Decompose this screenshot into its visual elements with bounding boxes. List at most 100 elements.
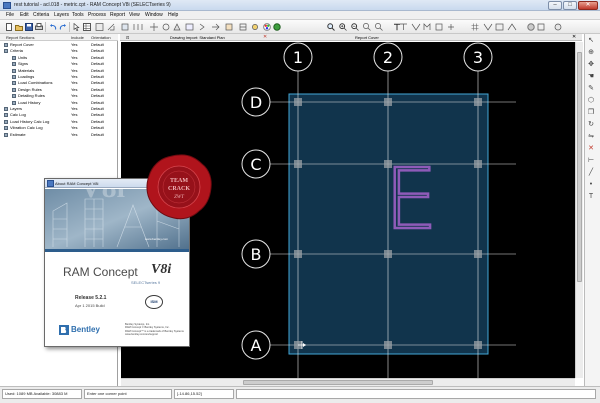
tree-row[interactable]: Load History Yes Default [0,100,118,106]
polygon-tool-icon[interactable]: ⬡ [586,96,596,106]
menu-tools[interactable]: Tools [72,12,84,18]
tree-row[interactable]: Layers Yes Default [0,106,118,112]
minimize-button[interactable]: – [548,1,562,10]
tree-row-include[interactable]: Yes [71,112,78,118]
tree-row[interactable]: Load History Calc Log Yes Default [0,119,118,125]
tree-row-include[interactable]: Yes [71,125,78,131]
menu-criteria[interactable]: Criteria [33,12,49,18]
tree-row-include[interactable]: Yes [71,74,78,80]
tree-row-orientation[interactable]: Default [91,80,104,86]
tree-row[interactable]: Load Combinations Yes Default [0,80,118,86]
pointer-tool-icon[interactable]: ↖ [586,36,596,46]
pencil-tool-icon[interactable]: ✎ [586,84,596,94]
tree-row-orientation[interactable]: Default [91,100,104,106]
tree-row[interactable]: Report Cover Yes Default [0,42,118,48]
tree-row-orientation[interactable]: Default [91,93,104,99]
rotate-tool-icon[interactable]: ↻ [586,120,596,130]
tree-row[interactable]: Loadings Yes Default [0,74,118,80]
tree-row-orientation[interactable]: Default [91,68,104,74]
select-icon[interactable] [72,22,81,31]
tab-standard-plan[interactable]: Drawing Import: Standard Plan [170,35,225,40]
tree-row-orientation[interactable]: Default [91,61,104,67]
zoom-tool-icon[interactable]: ⊕ [586,48,596,58]
tree-row[interactable]: Design Rules Yes Default [0,87,118,93]
menu-layers[interactable]: Layers [54,12,69,18]
tab-close-icon[interactable]: ✕ [263,34,267,40]
menu-view[interactable]: View [129,12,140,18]
close-button[interactable]: ✕ [578,1,598,10]
point-tool-icon[interactable]: • [586,180,596,190]
open-icon[interactable] [14,22,23,31]
text-tool-icon[interactable]: T [586,192,596,202]
menu-report[interactable]: Report [110,12,125,18]
tree-row-include[interactable]: Yes [71,61,78,67]
delete-tool-icon[interactable]: ✕ [586,144,596,154]
fill-icon[interactable] [272,22,281,31]
copy-tool-icon[interactable]: ❐ [586,108,596,118]
maximize-button[interactable]: □ [563,1,577,10]
pan-tool-icon[interactable]: ✥ [586,60,596,70]
tree-row-orientation[interactable]: Default [91,119,104,125]
canvas-pin-icon[interactable]: ⊡ [126,35,129,40]
tree-row-include[interactable]: Yes [71,80,78,86]
save-icon[interactable] [24,22,33,31]
tree-row-orientation[interactable]: Default [91,87,104,93]
toolbar-tool-strip[interactable] [92,22,262,32]
measure-tool-icon[interactable]: ⊢ [586,156,596,166]
tree-row-orientation[interactable]: Default [91,112,104,118]
about-url[interactable]: www.bentley.com [145,237,168,241]
tree-row-orientation[interactable]: Default [91,74,104,80]
tree-row[interactable]: Calc Log Yes Default [0,112,118,118]
zoom-out-icon[interactable] [350,22,359,31]
tree-row-orientation[interactable]: Default [91,42,104,48]
new-icon[interactable] [4,22,13,31]
vertical-scroll-thumb[interactable] [577,52,582,282]
tree-row[interactable]: Estimate Yes Default [0,132,118,138]
menu-help[interactable]: Help [168,12,178,18]
color-icon[interactable] [262,22,271,31]
tree-row-include[interactable]: Yes [71,106,78,112]
tree-row[interactable]: Signs Yes Default [0,61,118,67]
tree-row[interactable]: Units Yes Default [0,55,118,61]
hand-tool-icon[interactable]: ☚ [586,72,596,82]
menu-file[interactable]: File [6,12,14,18]
table-icon[interactable] [82,22,91,31]
zoom-icon[interactable] [326,22,335,31]
tree-row-include[interactable]: Yes [71,42,78,48]
tree-row-include[interactable]: Yes [71,93,78,99]
tree-row-orientation[interactable]: Default [91,132,104,138]
menu-process[interactable]: Process [88,12,106,18]
tree-row-include[interactable]: Yes [71,68,78,74]
tree-row-include[interactable]: Yes [71,132,78,138]
toolbar-view-strip[interactable] [362,22,582,32]
tree-row[interactable]: Vibration Calc Log Yes Default [0,125,118,131]
tree-row-orientation[interactable]: Default [91,125,104,131]
tree-row[interactable]: Materials Yes Default [0,68,118,74]
tree-row-include[interactable]: Yes [71,87,78,93]
pane-close-icon[interactable]: ✕ [572,34,576,40]
tree-row-orientation[interactable]: Default [91,48,104,54]
tree-row-include[interactable]: Yes [71,119,78,125]
print-icon[interactable] [34,22,43,31]
tab-report-cover[interactable]: Report Cover [355,35,379,40]
header-include[interactable]: Include [71,35,84,40]
menu-window[interactable]: Window [145,12,163,18]
tree-row[interactable]: Detailing Rules Yes Default [0,93,118,99]
tree-row[interactable]: Criteria Yes Default [0,48,118,54]
tree-row-orientation[interactable]: Default [91,55,104,61]
horizontal-scroll-thumb[interactable] [243,380,433,385]
tree-row-orientation[interactable]: Default [91,106,104,112]
undo-icon[interactable] [48,22,57,31]
line-tool-icon[interactable]: ╱ [586,168,596,178]
redo-icon[interactable] [58,22,67,31]
tree-row-include[interactable]: Yes [71,100,78,106]
tree-row-include[interactable]: Yes [71,55,78,61]
horizontal-scrollbar[interactable] [121,378,575,386]
header-orientation[interactable]: Orientation [91,35,111,40]
zoom-in-icon[interactable] [338,22,347,31]
vertical-scrollbar[interactable] [575,42,583,378]
header-report-sections[interactable]: Report Sections [6,35,34,40]
tree-row-include[interactable]: Yes [71,48,78,54]
mirror-tool-icon[interactable]: ⇋ [586,132,596,142]
menu-edit[interactable]: Edit [20,12,29,18]
